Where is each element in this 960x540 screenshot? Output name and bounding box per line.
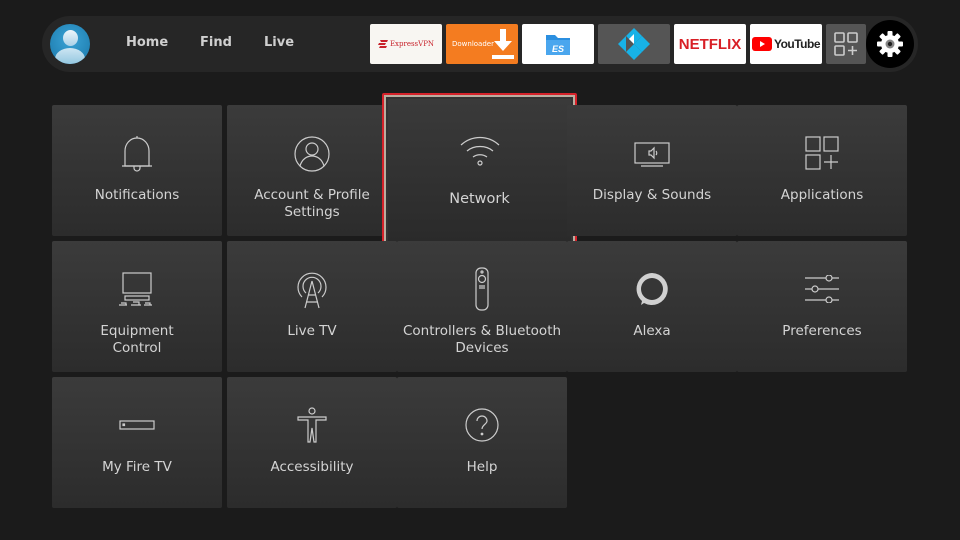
tile-label: Accessibility (270, 459, 354, 475)
tile-label: Alexa (633, 323, 671, 339)
gear-icon (877, 31, 903, 57)
settings-tile-alexa[interactable]: Alexa (567, 241, 737, 372)
apps-grid-icon (834, 32, 858, 56)
user-circle-icon (294, 136, 330, 172)
settings-tile-controllers-bluetooth[interactable]: Controllers & Bluetooth Devices (397, 241, 567, 372)
tile-label: Help (466, 459, 498, 475)
settings-button[interactable] (866, 20, 914, 68)
tile-label: My Fire TV (102, 459, 172, 475)
help-circle-icon (465, 408, 499, 442)
settings-tile-preferences[interactable]: Preferences (737, 241, 907, 372)
profile-avatar-icon[interactable] (50, 24, 90, 64)
tv-equipment-icon (119, 272, 152, 306)
app-youtube[interactable]: YouTube (750, 24, 822, 64)
tile-label: Account & Profile Settings (254, 187, 370, 220)
settings-tile-applications[interactable]: Applications (737, 105, 907, 236)
app-kodi[interactable] (598, 24, 670, 64)
settings-tile-notifications[interactable]: Notifications (52, 105, 222, 236)
app-netflix[interactable]: NETFLIX (674, 24, 746, 64)
wifi-icon (460, 136, 499, 166)
tile-label: Notifications (94, 187, 180, 203)
alexa-ring-icon (636, 273, 668, 305)
expressvpn-logo-icon (377, 40, 388, 48)
tile-label: Controllers & Bluetooth Devices (402, 323, 562, 356)
app-label: YouTube (773, 37, 821, 51)
download-arrow-icon (492, 29, 514, 59)
tile-label: Applications (780, 187, 864, 203)
settings-tile-help[interactable]: Help (397, 377, 567, 508)
settings-tile-my-fire-tv[interactable]: My Fire TV (52, 377, 222, 508)
app-downloader[interactable]: Downloader (446, 24, 518, 64)
app-expressvpn[interactable]: ExpressVPN (370, 24, 442, 64)
settings-tile-equipment-control[interactable]: Equipment Control (52, 241, 222, 372)
apps-add-icon (805, 136, 839, 170)
tile-label: Equipment Control (100, 323, 174, 356)
settings-tile-network[interactable]: Network (382, 93, 577, 250)
tile-label: Display & Sounds (592, 187, 712, 203)
antenna-icon (297, 272, 327, 309)
fire-tv-device-icon (119, 420, 155, 430)
app-label: ExpressVPN (389, 40, 435, 48)
svg-text:ES: ES (552, 44, 564, 54)
es-folder-icon: ES (546, 35, 570, 55)
accessibility-person-icon (297, 407, 327, 443)
nav-home[interactable]: Home (126, 35, 168, 50)
tile-label: Network (449, 191, 510, 207)
tile-label: Preferences (782, 323, 862, 339)
all-apps-button[interactable] (826, 24, 866, 64)
tile-label: Live TV (287, 323, 337, 339)
settings-tile-display-sounds[interactable]: Display & Sounds (567, 105, 737, 236)
app-label: Downloader (452, 40, 494, 48)
bell-icon (122, 136, 152, 172)
kodi-logo-icon (618, 28, 650, 60)
tv-speaker-icon (634, 142, 670, 167)
nav-find[interactable]: Find (200, 35, 232, 50)
app-es-file-explorer[interactable]: ES (522, 24, 594, 64)
settings-tile-live-tv[interactable]: Live TV (227, 241, 397, 372)
youtube-play-icon (751, 37, 772, 51)
sliders-icon (805, 275, 839, 303)
nav-live[interactable]: Live (264, 35, 294, 50)
app-label: NETFLIX (678, 35, 742, 53)
remote-icon (475, 267, 489, 311)
settings-tile-accessibility[interactable]: Accessibility (227, 377, 397, 508)
settings-tile-account-profile[interactable]: Account & Profile Settings (227, 105, 397, 236)
